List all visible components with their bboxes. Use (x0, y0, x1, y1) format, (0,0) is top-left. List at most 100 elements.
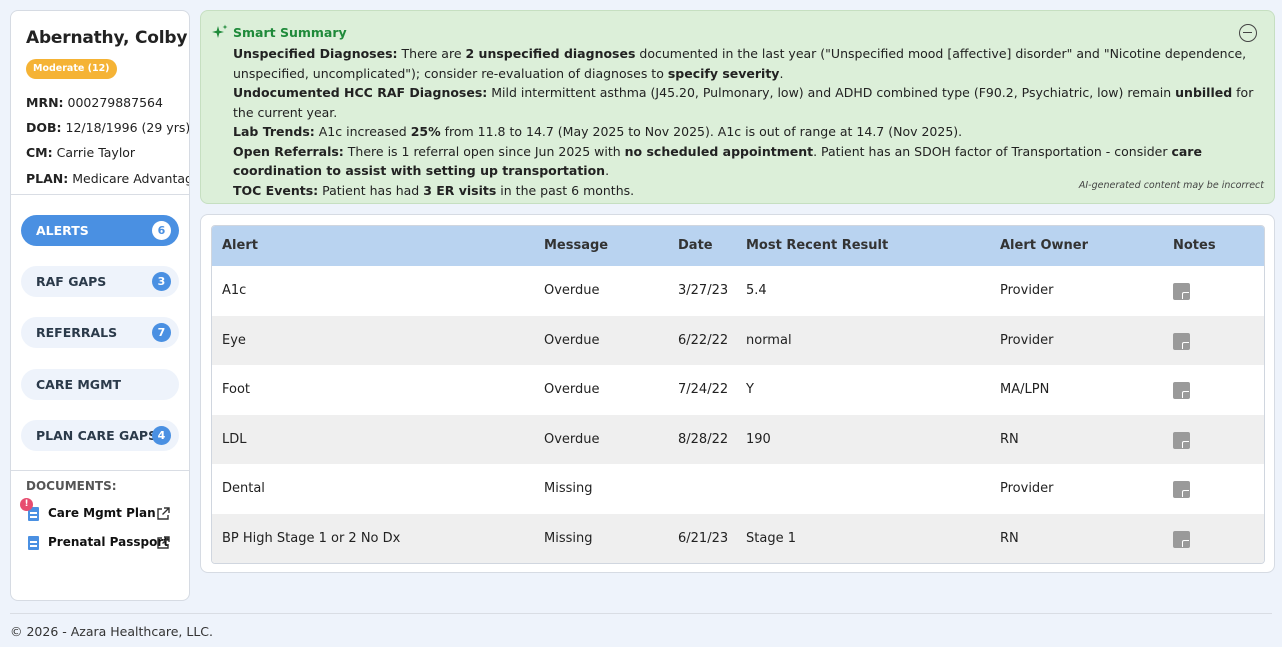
cell-owner: RN (1000, 431, 1019, 447)
summary-text: . (605, 163, 610, 178)
cell-message: Overdue (544, 332, 600, 348)
plan-line: PLAN: Medicare Advantage (26, 171, 190, 186)
cell-date: 6/21/23 (678, 530, 729, 546)
summary-text: . Patient has an SDOH factor of Transpor… (813, 143, 1172, 159)
summary-label: Unspecified Diagnoses: (233, 46, 398, 61)
smart-summary-title: Smart Summary (233, 25, 347, 40)
cell-message: Missing (544, 530, 593, 546)
cell-message: Overdue (544, 431, 600, 447)
alerts-table: Alert Message Date Most Recent Result Al… (211, 225, 1265, 564)
header-date[interactable]: Date (678, 226, 713, 266)
nav-plan-care-gaps[interactable]: PLAN CARE GAPS 4 (21, 420, 179, 451)
header-most-recent-result[interactable]: Most Recent Result (746, 226, 888, 266)
table-header: Alert Message Date Most Recent Result Al… (212, 226, 1264, 266)
panel-divider (11, 470, 189, 471)
summary-label: Open Referrals: (233, 143, 344, 159)
table-row[interactable]: BP High Stage 1 or 2 No Dx Missing 6/21/… (212, 513, 1264, 563)
footer-copyright: © 2026 - Azara Healthcare, LLC. (10, 624, 213, 639)
table-row[interactable]: Eye Overdue 6/22/22 normal Provider (212, 315, 1264, 365)
summary-text: Mild intermittent asthma (J45.20, Pulmon… (487, 85, 1176, 100)
cell-alert: Dental (222, 481, 265, 496)
cm-value: Carrie Taylor (56, 145, 136, 160)
cell-alert: LDL (222, 431, 247, 447)
cell-owner: MA/LPN (1000, 382, 1050, 397)
plan-label: PLAN: (26, 171, 69, 186)
external-link-icon[interactable] (156, 536, 170, 550)
nav-plan-care-gaps-label: PLAN CARE GAPS (36, 428, 158, 443)
table-row[interactable]: Foot Overdue 7/24/22 Y MA/LPN (212, 365, 1264, 415)
mrn-label: MRN: (26, 95, 64, 110)
collapse-summary-button[interactable] (1239, 24, 1257, 42)
cm-line: CM: Carrie Taylor (26, 145, 135, 160)
cell-alert: Eye (222, 332, 246, 348)
note-icon[interactable] (1173, 283, 1190, 300)
cell-message: Overdue (544, 283, 600, 298)
patient-name: Abernathy, Colby (26, 28, 188, 48)
nav-alerts-count: 6 (152, 221, 171, 240)
cell-alert: A1c (222, 283, 247, 298)
table-row[interactable]: Dental Missing Provider (212, 464, 1264, 514)
summary-highlight: specify severity (667, 65, 780, 81)
table-row[interactable]: A1c Overdue 3/27/23 5.4 Provider (212, 266, 1264, 316)
header-alert-owner[interactable]: Alert Owner (1000, 226, 1088, 266)
smart-summary-panel: Smart Summary Unspecified Diagnoses: The… (200, 10, 1275, 204)
cell-owner: Provider (1000, 283, 1054, 298)
summary-highlight: 25% (410, 124, 441, 139)
nav-referrals-count: 7 (152, 323, 171, 342)
cell-alert: Foot (222, 382, 251, 397)
dob-label: DOB: (26, 120, 62, 135)
cell-date: 6/22/22 (678, 332, 729, 348)
summary-text: There are (397, 46, 466, 61)
summary-highlight: 3 ER visits (423, 182, 497, 198)
summary-text: There is 1 referral open since Jun 2025 … (343, 143, 625, 159)
external-link-icon[interactable] (156, 507, 170, 521)
dob-value: 12/18/1996 (29 yrs) (65, 120, 190, 135)
cell-result: normal (746, 332, 792, 348)
sparkle-icon (212, 24, 228, 38)
summary-text: . (779, 65, 784, 81)
documents-title: DOCUMENTS: (26, 479, 117, 493)
summary-referrals: Open Referrals: There is 1 referral open… (233, 142, 1263, 181)
cell-message: Missing (544, 481, 593, 496)
cell-date: 8/28/22 (678, 431, 729, 447)
nav-care-mgmt-label: CARE MGMT (36, 377, 122, 392)
cell-owner: RN (1000, 530, 1019, 546)
note-icon[interactable] (1173, 332, 1190, 350)
doc-prenatal-passport[interactable]: Prenatal Passport (26, 535, 176, 553)
footer-divider (10, 613, 1272, 614)
header-message[interactable]: Message (544, 226, 608, 266)
summary-unspecified: Unspecified Diagnoses: There are 2 unspe… (233, 44, 1263, 83)
nav-raf-gaps[interactable]: RAF GAPS 3 (21, 266, 179, 297)
summary-hcc: Undocumented HCC RAF Diagnoses: Mild int… (233, 83, 1263, 122)
doc-label[interactable]: Prenatal Passport (48, 535, 169, 549)
summary-lab: Lab Trends: A1c increased 25% from 11.8 … (233, 122, 1263, 142)
header-alert[interactable]: Alert (222, 226, 258, 266)
summary-text: Patient has had (318, 182, 424, 198)
doc-care-mgmt-plan[interactable]: ! Care Mgmt Plan (20, 498, 176, 524)
summary-label: Undocumented HCC RAF Diagnoses: (233, 85, 488, 100)
header-notes: Notes (1173, 238, 1216, 253)
nav-referrals-label: REFERRALS (36, 325, 118, 340)
summary-text: A1c increased (314, 124, 411, 139)
panel-divider (11, 194, 189, 195)
cell-owner: Provider (1000, 481, 1054, 496)
plan-value: Medicare Advantage (72, 171, 190, 186)
note-icon[interactable] (1173, 481, 1190, 498)
nav-alerts-label: ALERTS (36, 223, 89, 238)
nav-care-mgmt[interactable]: CARE MGMT (21, 369, 179, 400)
cell-alert: BP High Stage 1 or 2 No Dx (222, 530, 401, 546)
cell-date: 7/24/22 (678, 382, 729, 397)
dob-line: DOB: 12/18/1996 (29 yrs) (26, 120, 190, 135)
summary-highlight: unbilled (1175, 85, 1233, 100)
nav-referrals[interactable]: REFERRALS 7 (21, 317, 179, 348)
alerts-card: Alert Message Date Most Recent Result Al… (200, 214, 1275, 573)
note-icon[interactable] (1173, 431, 1190, 449)
nav-raf-gaps-label: RAF GAPS (36, 274, 107, 289)
mrn-line: MRN: 000279887564 (26, 95, 163, 110)
doc-label[interactable]: Care Mgmt Plan (48, 506, 156, 520)
summary-label: Lab Trends: (233, 124, 315, 139)
note-icon[interactable] (1173, 530, 1190, 548)
nav-alerts[interactable]: ALERTS 6 (21, 215, 179, 246)
note-icon[interactable] (1173, 382, 1190, 399)
table-row[interactable]: LDL Overdue 8/28/22 190 RN (212, 414, 1264, 464)
